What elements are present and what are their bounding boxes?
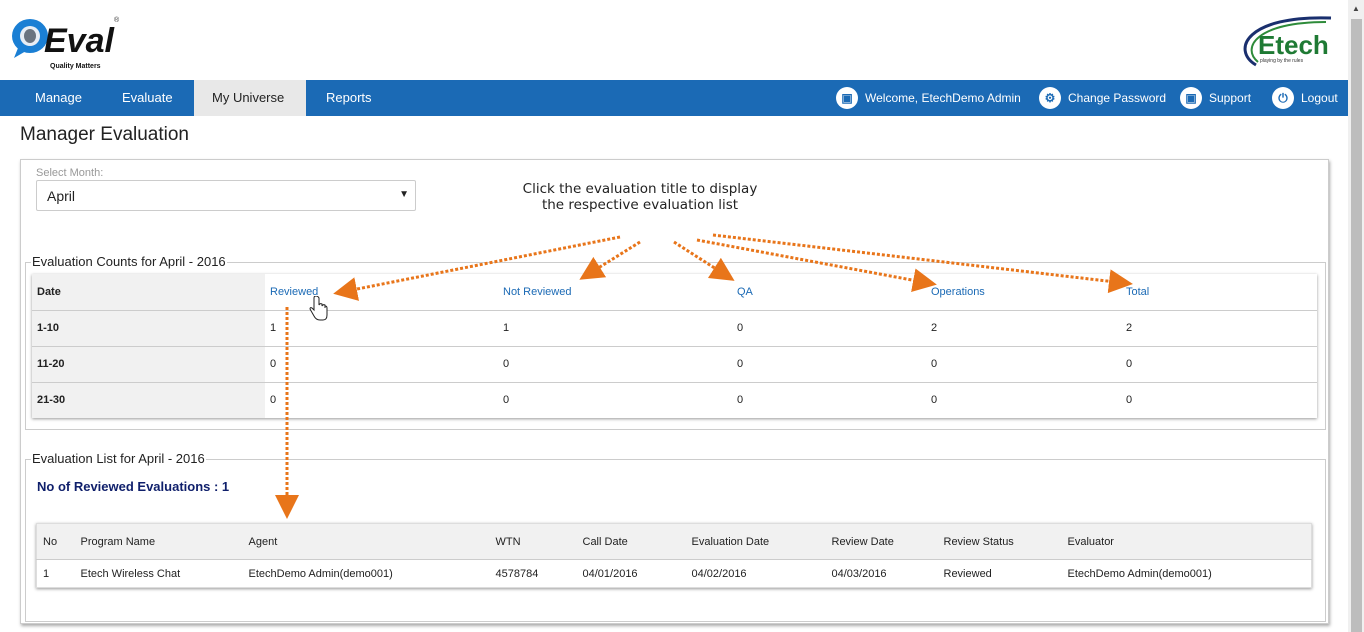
cell-evaluator: EtechDemo Admin(demo001) bbox=[1067, 567, 1212, 580]
nav-evaluate[interactable]: Evaluate bbox=[104, 80, 191, 116]
etech-logo[interactable]: Etech playing by the rules bbox=[1236, 10, 1336, 72]
svg-text:Eval: Eval bbox=[44, 22, 115, 60]
nav-manage[interactable]: Manage bbox=[17, 80, 100, 116]
evaluation-list-legend: Evaluation List for April - 2016 bbox=[31, 451, 206, 466]
month-select[interactable]: April ▼ bbox=[36, 180, 416, 211]
annotation-callout: Click the evaluation title to display th… bbox=[520, 181, 760, 213]
list-header-row: No Program Name Agent WTN Call Date Eval… bbox=[36, 523, 1312, 560]
col-no[interactable]: No bbox=[36, 523, 75, 560]
header-qa-link[interactable]: QA bbox=[732, 274, 926, 311]
logout-label: Logout bbox=[1301, 91, 1338, 105]
counts-row: 11-20 0 0 0 0 0 bbox=[32, 346, 1317, 383]
col-review-date[interactable]: Review Date bbox=[825, 523, 938, 560]
header-date: Date bbox=[32, 274, 265, 311]
welcome-user-link[interactable]: ▣ Welcome, EtechDemo Admin bbox=[836, 80, 1021, 116]
col-wtn[interactable]: WTN bbox=[489, 523, 577, 560]
counts-header-row: Date Reviewed Not Reviewed QA Operations… bbox=[32, 274, 1317, 311]
select-month-label: Select Month: bbox=[36, 167, 104, 179]
counts-row: 21-30 0 0 0 0 0 bbox=[32, 382, 1317, 418]
welcome-label: Welcome, EtechDemo Admin bbox=[865, 91, 1021, 105]
gear-icon: ⚙ bbox=[1039, 87, 1061, 109]
svg-text:playing by the rules: playing by the rules bbox=[1260, 58, 1304, 64]
cell-evaluation-date: 04/02/2016 bbox=[691, 567, 747, 580]
support-label: Support bbox=[1209, 91, 1252, 105]
cell-not-reviewed: 0 bbox=[498, 346, 732, 383]
header-total-link[interactable]: Total bbox=[1121, 274, 1317, 311]
vertical-scrollbar[interactable]: ▲ bbox=[1348, 0, 1364, 632]
svg-text:Etech: Etech bbox=[1258, 30, 1329, 60]
cell-date: 11-20 bbox=[32, 346, 265, 383]
col-evaluation-date[interactable]: Evaluation Date bbox=[685, 523, 826, 560]
header-not-reviewed-link[interactable]: Not Reviewed bbox=[498, 274, 732, 311]
power-icon: ⏻ bbox=[1272, 87, 1294, 109]
cell-no: 1 bbox=[43, 567, 50, 580]
nav-reports[interactable]: Reports bbox=[308, 80, 390, 116]
change-password-label: Change Password bbox=[1068, 91, 1167, 105]
cell-reviewed: 1 bbox=[265, 310, 498, 347]
hand-pointer-cursor-icon bbox=[309, 296, 328, 321]
col-program-name[interactable]: Program Name bbox=[74, 523, 243, 560]
cell-total: 0 bbox=[1121, 346, 1317, 383]
cell-review-date: 04/03/2016 bbox=[831, 567, 887, 580]
evaluation-counts-table: Date Reviewed Not Reviewed QA Operations… bbox=[32, 274, 1317, 418]
nav-my-universe[interactable]: My Universe bbox=[194, 80, 306, 116]
support-icon: ▣ bbox=[1180, 87, 1202, 109]
cell-date: 1-10 bbox=[32, 310, 265, 347]
cell-program-name: Etech Wireless Chat bbox=[80, 567, 181, 580]
cell-wtn: 4578784 bbox=[495, 567, 539, 580]
month-select-value: April bbox=[47, 188, 76, 204]
cell-operations: 0 bbox=[931, 394, 938, 407]
svg-text:Quality Matters: Quality Matters bbox=[50, 63, 101, 70]
cell-reviewed: 0 bbox=[265, 346, 498, 383]
col-review-status[interactable]: Review Status bbox=[937, 523, 1062, 560]
header-reviewed-link[interactable]: Reviewed bbox=[265, 274, 498, 311]
counts-row: 1-10 1 1 0 2 2 bbox=[32, 310, 1317, 347]
main-navbar: Manage Evaluate My Universe Reports ▣ We… bbox=[0, 80, 1348, 116]
cell-total: 2 bbox=[1121, 310, 1317, 347]
svg-text:®: ® bbox=[114, 16, 120, 24]
header-operations-link[interactable]: Operations bbox=[926, 274, 1121, 311]
evaluation-counts-legend: Evaluation Counts for April - 2016 bbox=[31, 254, 227, 269]
cell-operations: 2 bbox=[926, 310, 1121, 347]
scroll-thumb[interactable] bbox=[1351, 19, 1362, 632]
cell-qa: 0 bbox=[732, 346, 926, 383]
table-row[interactable]: 1 Etech Wireless Chat EtechDemo Admin(de… bbox=[37, 560, 1312, 588]
cell-agent: EtechDemo Admin(demo001) bbox=[248, 567, 393, 580]
cell-date: 21-30 bbox=[32, 382, 265, 418]
cell-total: 0 bbox=[1126, 394, 1133, 407]
logout-link[interactable]: ⏻ Logout bbox=[1272, 80, 1338, 116]
col-agent[interactable]: Agent bbox=[242, 523, 490, 560]
support-link[interactable]: ▣ Support bbox=[1180, 80, 1251, 116]
cell-not-reviewed: 0 bbox=[503, 394, 510, 407]
dropdown-caret-icon: ▼ bbox=[399, 189, 409, 200]
change-password-link[interactable]: ⚙ Change Password bbox=[1039, 80, 1166, 116]
user-badge-icon: ▣ bbox=[836, 87, 858, 109]
cell-not-reviewed: 1 bbox=[498, 310, 732, 347]
cell-call-date: 04/01/2016 bbox=[582, 567, 638, 580]
scroll-up-arrow-icon[interactable]: ▲ bbox=[1348, 0, 1364, 17]
col-call-date[interactable]: Call Date bbox=[576, 523, 686, 560]
reviewed-count-label: No of Reviewed Evaluations : 1 bbox=[37, 479, 230, 494]
cell-reviewed: 0 bbox=[270, 394, 277, 407]
annotation-line-2: the respective evaluation list bbox=[541, 197, 739, 213]
evaluation-list-table: No Program Name Agent WTN Call Date Eval… bbox=[36, 523, 1312, 588]
col-evaluator[interactable]: Evaluator bbox=[1061, 523, 1312, 560]
qeval-logo[interactable]: Eval ® Quality Matters bbox=[10, 12, 120, 72]
header: Eval ® Quality Matters Etech playing by … bbox=[0, 0, 1348, 80]
cell-operations: 0 bbox=[926, 346, 1121, 383]
page-title: Manager Evaluation bbox=[20, 124, 189, 145]
annotation-line-1: Click the evaluation title to display bbox=[522, 181, 758, 197]
cell-qa: 0 bbox=[732, 310, 926, 347]
cell-review-status: Reviewed bbox=[943, 567, 992, 580]
cell-qa: 0 bbox=[737, 394, 744, 407]
